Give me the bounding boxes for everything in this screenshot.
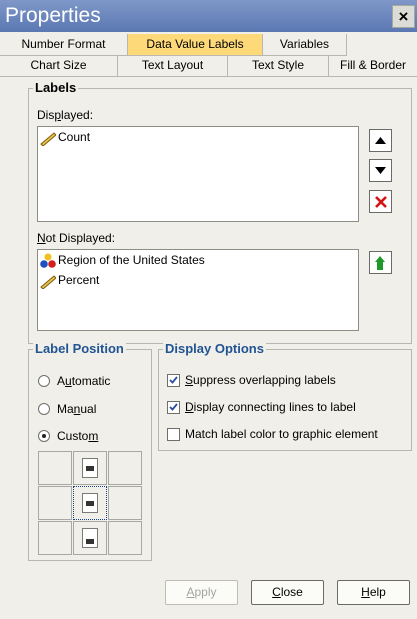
checkbox[interactable]: [167, 400, 180, 414]
close-window-button[interactable]: ×: [392, 5, 415, 28]
position-button: [82, 493, 98, 513]
add-to-displayed-button[interactable]: [369, 251, 392, 274]
radio-button[interactable]: [38, 375, 50, 387]
scale-icon: [40, 275, 56, 289]
checkmark-icon: [169, 403, 178, 411]
position-cell-bottom[interactable]: [73, 521, 107, 555]
tab-variables[interactable]: Variables: [263, 34, 347, 55]
tab-fill-border[interactable]: Fill & Border: [329, 55, 417, 76]
radio-custom[interactable]: Custom: [38, 429, 98, 443]
move-up-arrow-icon: [374, 255, 385, 270]
position-cell[interactable]: [38, 486, 72, 520]
position-cell-top[interactable]: [73, 451, 107, 485]
checkbox-label: Display connecting lines to label: [185, 400, 356, 414]
remove-button[interactable]: [369, 190, 392, 213]
help-button[interactable]: Help: [337, 580, 410, 605]
list-item[interactable]: Count: [38, 127, 358, 147]
label-position-legend: Label Position: [33, 341, 126, 356]
displayed-label: Displayed:: [37, 108, 94, 122]
scale-icon: [40, 132, 56, 146]
checkmark-icon: [169, 376, 178, 384]
displayed-listbox[interactable]: Count: [37, 126, 359, 222]
position-grid: [38, 451, 142, 555]
radio-label: Automatic: [57, 374, 111, 388]
position-cell[interactable]: [38, 521, 72, 555]
position-button: [82, 458, 98, 478]
tab-chart-size[interactable]: Chart Size: [0, 55, 118, 76]
position-cell[interactable]: [108, 486, 142, 520]
move-down-button[interactable]: [369, 159, 392, 182]
window-title: Properties: [5, 4, 101, 27]
labels-legend: Labels: [33, 80, 79, 95]
radio-label: Manual: [57, 402, 97, 416]
item-label: Count: [58, 130, 91, 144]
item-label: Region of the United States: [58, 253, 205, 267]
checkbox[interactable]: [167, 427, 180, 441]
move-up-button[interactable]: [369, 129, 392, 152]
position-cell[interactable]: [38, 451, 72, 485]
radio-manual[interactable]: Manual: [38, 402, 96, 416]
position-button: [82, 528, 98, 548]
position-cell-middle[interactable]: [73, 486, 107, 520]
tab-underline: [0, 76, 417, 77]
item-label: Percent: [58, 273, 100, 287]
position-cell[interactable]: [108, 521, 142, 555]
arrow-up-icon: [375, 137, 386, 144]
display-options-legend: Display Options: [163, 341, 266, 356]
radio-label: Custom: [57, 429, 99, 443]
tab-number-format[interactable]: Number Format: [0, 34, 128, 55]
list-item[interactable]: Percent: [38, 270, 358, 290]
position-cell[interactable]: [108, 451, 142, 485]
suppress-overlapping-checkbox[interactable]: Suppress overlapping labels: [167, 373, 336, 387]
checkbox[interactable]: [167, 373, 180, 387]
tab-text-layout[interactable]: Text Layout: [118, 55, 228, 76]
list-item[interactable]: Region of the United States: [38, 250, 358, 270]
radio-button[interactable]: [38, 430, 50, 442]
checkbox-label: Match label color to graphic element: [185, 427, 378, 441]
radio-automatic[interactable]: Automatic: [38, 374, 110, 388]
match-label-color-checkbox[interactable]: Match label color to graphic element: [167, 427, 378, 441]
radio-button[interactable]: [38, 403, 50, 415]
nominal-icon: [40, 253, 56, 268]
not-displayed-label: Not Displayed:: [37, 231, 116, 245]
checkbox-label: Suppress overlapping labels: [185, 373, 336, 387]
tab-data-value-labels[interactable]: Data Value Labels: [128, 34, 263, 55]
close-button[interactable]: Close: [251, 580, 324, 605]
delete-x-icon: [374, 195, 387, 208]
apply-button[interactable]: Apply: [165, 580, 238, 605]
display-connecting-lines-checkbox[interactable]: Display connecting lines to label: [167, 400, 356, 414]
tab-text-style[interactable]: Text Style: [228, 55, 329, 76]
arrow-down-icon: [375, 167, 386, 174]
not-displayed-listbox[interactable]: Region of the United States Percent: [37, 249, 359, 331]
